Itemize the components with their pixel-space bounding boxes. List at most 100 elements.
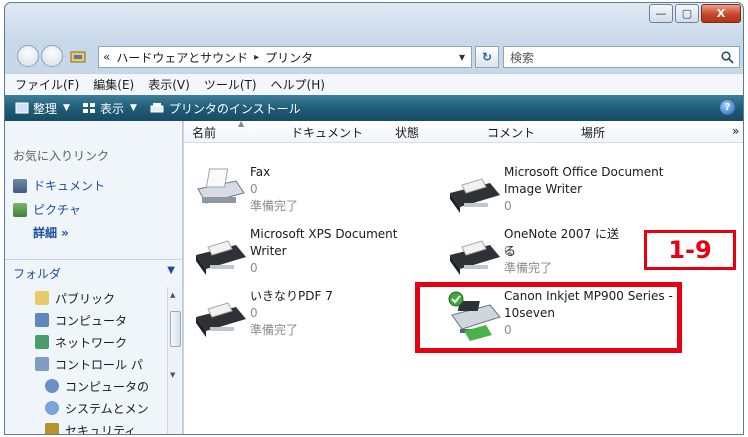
printer-name: Fax xyxy=(250,165,271,179)
printer-status: 準備完了 xyxy=(250,323,299,337)
recent-pages-dropdown[interactable] xyxy=(67,49,91,65)
search-icon[interactable] xyxy=(721,51,734,64)
address-bar[interactable]: « ハードウェアとサウンド ▸ プリンタ ▾ xyxy=(98,46,472,68)
minimize-button[interactable]: — xyxy=(649,4,673,23)
printer-document-count: 0 xyxy=(250,261,258,275)
printer-item-fax[interactable]: Fax 0 準備完了 xyxy=(192,165,432,227)
maximize-button[interactable]: ▢ xyxy=(675,4,699,23)
help-icon[interactable]: ? xyxy=(720,100,735,115)
title-bar: — ▢ X xyxy=(5,3,743,41)
column-documents[interactable]: ドキュメント xyxy=(291,124,363,141)
add-printer-label: プリンタのインストール xyxy=(168,101,301,116)
breadcrumb-printers[interactable]: プリンタ xyxy=(265,49,313,66)
printer-list-pane: 名前 ▲ ドキュメント 状態 コメント 場所 » Fax 0 準備完了 Micr… xyxy=(184,119,743,434)
search-box[interactable]: 検索 xyxy=(503,46,740,68)
favorite-documents-link[interactable]: ドキュメント xyxy=(13,177,105,194)
organize-label: 整理 xyxy=(33,101,58,116)
search-input[interactable]: 検索 xyxy=(510,49,534,66)
tree-item-control-panel[interactable]: コントロール パ xyxy=(5,353,167,375)
tree-item-security[interactable]: セキュリティ xyxy=(5,419,167,434)
menu-help[interactable]: ヘルプ(H) xyxy=(271,76,325,93)
breadcrumb-hardware-sound[interactable]: ハードウェアとサウンド xyxy=(116,49,248,66)
tree-item-network[interactable]: ネットワーク xyxy=(5,331,167,353)
tree-item-label: コンピュータの xyxy=(65,379,150,394)
tree-item-label: コントロール パ xyxy=(55,357,143,372)
folder-icon xyxy=(35,291,49,305)
printer-name-line2: Writer xyxy=(250,244,287,258)
column-location[interactable]: 場所 xyxy=(581,124,605,141)
tree-item-label: ネットワーク xyxy=(55,335,128,350)
view-label: 表示 xyxy=(99,101,124,116)
address-dropdown-icon[interactable]: ▾ xyxy=(459,50,465,64)
tree-item-label: コンピュータ xyxy=(55,313,128,328)
views-icon xyxy=(82,103,95,113)
navigation-pane: お気に入りリンク ドキュメント ピクチャ 詳細 » フォルダ ▼ パブリック コ… xyxy=(5,121,183,434)
scroll-down-icon[interactable]: ▼ xyxy=(170,371,175,379)
back-button[interactable] xyxy=(17,45,39,67)
close-button[interactable]: X xyxy=(701,4,741,23)
security-icon xyxy=(45,423,59,434)
tree-item-label: システムとメン xyxy=(65,401,149,416)
printer-status: 準備完了 xyxy=(250,199,299,213)
printer-item-ikinari-pdf[interactable]: いきなりPDF 7 0 準備完了 xyxy=(192,289,432,351)
menu-bar: ファイル(F) 編集(E) 表示(V) ツール(T) ヘルプ(H) xyxy=(5,73,743,95)
menu-edit[interactable]: 編集(E) xyxy=(93,76,134,93)
more-links[interactable]: 詳細 » xyxy=(33,224,69,241)
command-bar: 整理 ▼ 表示 ▼ プリンタのインストール ? xyxy=(5,95,743,121)
column-headers: 名前 ▲ ドキュメント 状態 コメント 場所 » xyxy=(184,119,743,143)
scrollbar-thumb[interactable] xyxy=(170,311,181,347)
printer-name: いきなりPDF 7 xyxy=(250,289,333,303)
tree-item-label: パブリック xyxy=(55,291,116,306)
fax-icon xyxy=(197,168,245,204)
network-icon xyxy=(35,335,49,349)
settings-icon xyxy=(45,379,59,393)
folders-label: フォルダ xyxy=(13,267,62,281)
organize-button[interactable]: 整理 ▼ xyxy=(15,100,70,117)
favorite-pictures-label: ピクチャ xyxy=(33,203,81,217)
printer-name-line1: Microsoft XPS Document xyxy=(250,227,398,241)
printer-item-onenote[interactable]: OneNote 2007 に送る 0 準備完了 xyxy=(446,227,626,289)
system-icon xyxy=(45,401,59,415)
printer-document-count: 0 xyxy=(250,306,258,320)
printer-name: OneNote 2007 に送る xyxy=(504,227,620,258)
folder-tree-scrollbar[interactable]: ▲ ▼ xyxy=(167,287,181,434)
forward-button[interactable] xyxy=(41,45,63,67)
highlight-box xyxy=(415,282,682,353)
view-button[interactable]: 表示 ▼ xyxy=(82,100,137,117)
column-comment[interactable]: コメント xyxy=(487,124,535,141)
printer-name-line2: Image Writer xyxy=(504,182,583,196)
favorite-documents-label: ドキュメント xyxy=(33,179,106,193)
menu-file[interactable]: ファイル(F) xyxy=(15,76,79,93)
printer-icon xyxy=(450,178,500,213)
printer-folder-icon xyxy=(70,51,86,63)
scroll-up-icon[interactable]: ▲ xyxy=(170,291,175,299)
documents-icon xyxy=(13,178,27,193)
column-status[interactable]: 状態 xyxy=(395,124,419,141)
folder-tree: パブリック コンピュータ ネットワーク コントロール パ コンピュータの システ… xyxy=(5,287,167,434)
printer-icon xyxy=(450,240,500,275)
step-badge: 1-9 xyxy=(644,230,736,270)
tree-item-computer-settings[interactable]: コンピュータの xyxy=(5,375,167,397)
printer-name-line1: Microsoft Office Document xyxy=(504,165,664,179)
folders-header[interactable]: フォルダ ▼ xyxy=(5,259,183,285)
column-name[interactable]: 名前 xyxy=(192,124,216,141)
navigation-row: « ハードウェアとサウンド ▸ プリンタ ▾ ↻ 検索 xyxy=(5,41,743,71)
address-overflow-chevron[interactable]: « xyxy=(103,50,110,64)
favorite-pictures-link[interactable]: ピクチャ xyxy=(13,201,81,218)
organize-icon xyxy=(15,102,29,114)
breadcrumb-separator-icon[interactable]: ▸ xyxy=(254,52,259,63)
refresh-button[interactable]: ↻ xyxy=(475,46,499,68)
menu-tools[interactable]: ツール(T) xyxy=(204,76,257,93)
control-panel-icon xyxy=(35,357,49,371)
tree-item-computer[interactable]: コンピュータ xyxy=(5,309,167,331)
more-columns-chevron[interactable]: » xyxy=(732,124,739,138)
printer-item-office-image-writer[interactable]: Microsoft Office Document Image Writer 0 xyxy=(446,165,726,227)
explorer-window: — ▢ X « ハードウェアとサウンド ▸ プリンタ ▾ ↻ 検索 ファイル(F… xyxy=(4,2,744,435)
tree-item-system-maintenance[interactable]: システムとメン xyxy=(5,397,167,419)
folders-collapse-icon: ▼ xyxy=(167,265,175,276)
tree-item-public[interactable]: パブリック xyxy=(5,287,167,309)
printer-item-xps-writer[interactable]: Microsoft XPS Document Writer 0 xyxy=(192,227,432,289)
menu-view[interactable]: 表示(V) xyxy=(148,76,190,93)
add-printer-button[interactable]: プリンタのインストール xyxy=(149,100,301,117)
printer-document-count: 0 xyxy=(250,182,258,196)
